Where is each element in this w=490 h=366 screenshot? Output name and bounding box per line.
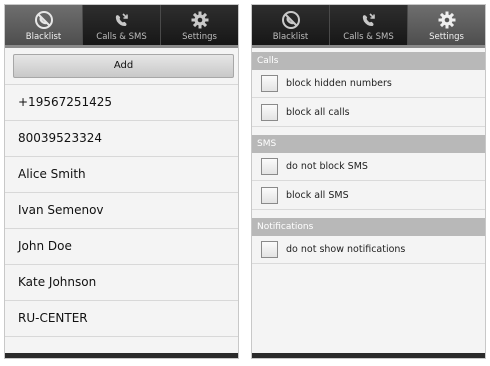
tab-indicator bbox=[252, 45, 485, 48]
call-log-icon bbox=[362, 13, 375, 27]
blocked-phone-icon bbox=[34, 11, 53, 29]
tab-label: Calls & SMS bbox=[96, 32, 147, 42]
tab-bar: Blacklist Calls & SMS Settings bbox=[252, 5, 485, 45]
blacklist-list: +19567251425 80039523324 Alice Smith Iva… bbox=[5, 84, 238, 337]
checkbox[interactable] bbox=[261, 75, 278, 92]
tab-label: Blacklist bbox=[25, 32, 62, 42]
add-button[interactable]: Add bbox=[13, 54, 234, 78]
checkbox[interactable] bbox=[261, 158, 278, 175]
checkbox[interactable] bbox=[261, 241, 278, 258]
option-label: do not show notifications bbox=[286, 244, 406, 255]
option-label: block all SMS bbox=[286, 190, 349, 201]
tab-blacklist[interactable]: Blacklist bbox=[252, 5, 329, 45]
call-log-icon bbox=[115, 13, 128, 27]
tab-indicator bbox=[5, 45, 238, 48]
option-label: do not block SMS bbox=[286, 161, 368, 172]
tab-settings[interactable]: Settings bbox=[160, 5, 238, 45]
checkbox[interactable] bbox=[261, 104, 278, 121]
blacklist-screen: Blacklist Calls & SMS Settings Add +1956… bbox=[4, 4, 239, 359]
option-do-not-block-sms[interactable]: do not block SMS bbox=[252, 153, 485, 181]
tab-bar: Blacklist Calls & SMS Settings bbox=[5, 5, 238, 45]
blocked-phone-icon bbox=[281, 11, 300, 29]
option-block-all-sms[interactable]: block all SMS bbox=[252, 182, 485, 210]
option-block-hidden-numbers[interactable]: block hidden numbers bbox=[252, 70, 485, 98]
tab-label: Calls & SMS bbox=[343, 32, 394, 42]
list-item[interactable]: Kate Johnson bbox=[5, 265, 238, 301]
list-item[interactable]: RU-CENTER bbox=[5, 301, 238, 337]
option-label: block all calls bbox=[286, 107, 350, 118]
tab-label: Settings bbox=[182, 32, 217, 42]
tab-label: Settings bbox=[429, 32, 464, 42]
gear-icon bbox=[438, 11, 455, 29]
section-header-notifications: Notifications bbox=[252, 218, 485, 236]
settings-screen: Blacklist Calls & SMS Settings Calls blo… bbox=[251, 4, 486, 359]
tab-calls-sms[interactable]: Calls & SMS bbox=[82, 5, 160, 45]
list-item[interactable]: John Doe bbox=[5, 229, 238, 265]
option-do-not-show-notifications[interactable]: do not show notifications bbox=[252, 236, 485, 264]
bottom-bar bbox=[252, 353, 485, 358]
tab-calls-sms[interactable]: Calls & SMS bbox=[329, 5, 407, 45]
bottom-bar bbox=[5, 353, 238, 358]
list-item[interactable]: 80039523324 bbox=[5, 121, 238, 157]
list-item[interactable]: +19567251425 bbox=[5, 84, 238, 121]
tab-label: Blacklist bbox=[272, 32, 309, 42]
list-item[interactable]: Alice Smith bbox=[5, 157, 238, 193]
option-block-all-calls[interactable]: block all calls bbox=[252, 99, 485, 127]
tab-blacklist[interactable]: Blacklist bbox=[5, 5, 82, 45]
checkbox[interactable] bbox=[261, 187, 278, 204]
list-item[interactable]: Ivan Semenov bbox=[5, 193, 238, 229]
option-label: block hidden numbers bbox=[286, 78, 392, 89]
section-header-sms: SMS bbox=[252, 135, 485, 153]
gear-icon bbox=[191, 11, 208, 29]
section-header-calls: Calls bbox=[252, 52, 485, 70]
tab-settings[interactable]: Settings bbox=[407, 5, 485, 45]
